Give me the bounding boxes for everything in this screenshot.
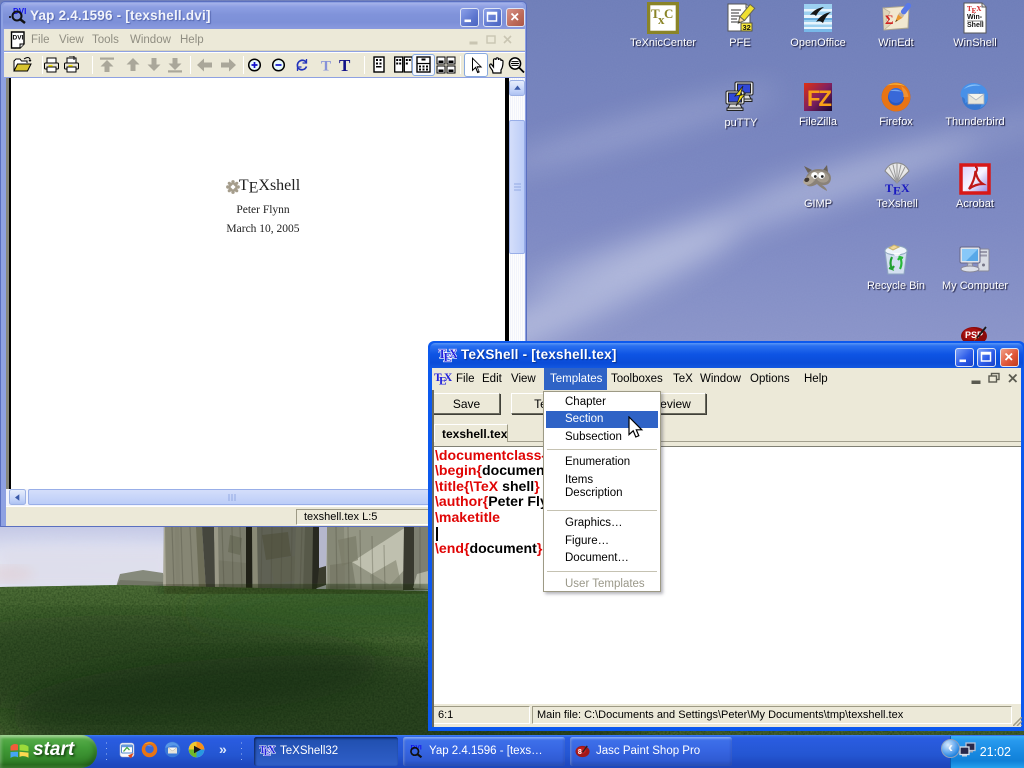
svg-text:8: 8 <box>578 749 582 756</box>
svg-text:32: 32 <box>743 23 751 32</box>
svg-text:T: T <box>321 59 331 75</box>
svg-text:Shell: Shell <box>967 22 984 29</box>
svg-text:T: T <box>339 56 351 74</box>
svg-text:X: X <box>268 744 276 756</box>
svg-text:TEX: TEX <box>885 181 910 195</box>
svg-text:Σ: Σ <box>885 12 894 27</box>
svg-text:X: X <box>444 372 452 384</box>
svg-text:C: C <box>664 6 673 21</box>
svg-text:X: X <box>449 347 457 361</box>
svg-text:FZ: FZ <box>807 86 831 111</box>
svg-text:DVI: DVI <box>13 35 24 42</box>
svg-text:Win-: Win- <box>967 14 983 21</box>
